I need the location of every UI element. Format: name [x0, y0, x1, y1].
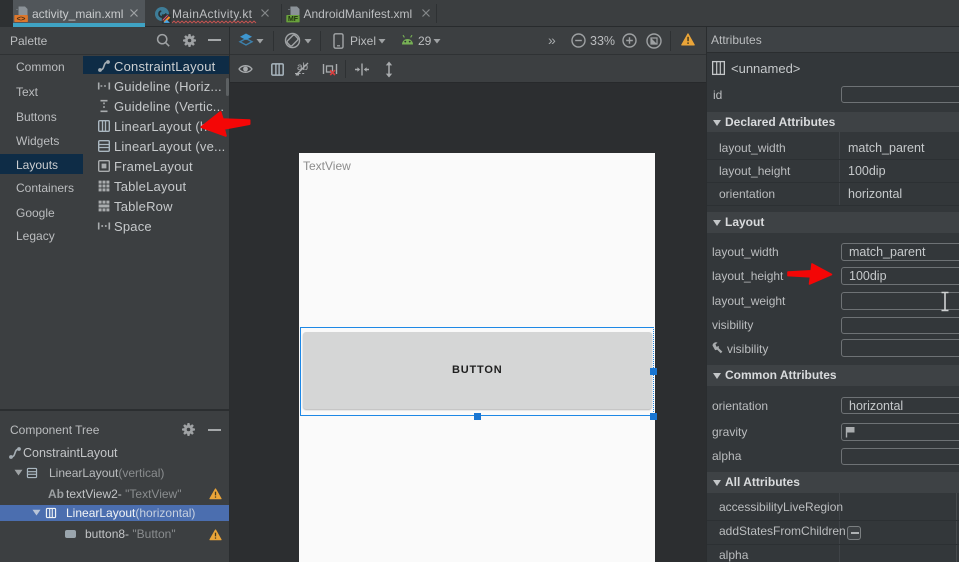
svg-text:MF: MF — [288, 16, 299, 23]
svg-text:<>: <> — [17, 14, 26, 23]
